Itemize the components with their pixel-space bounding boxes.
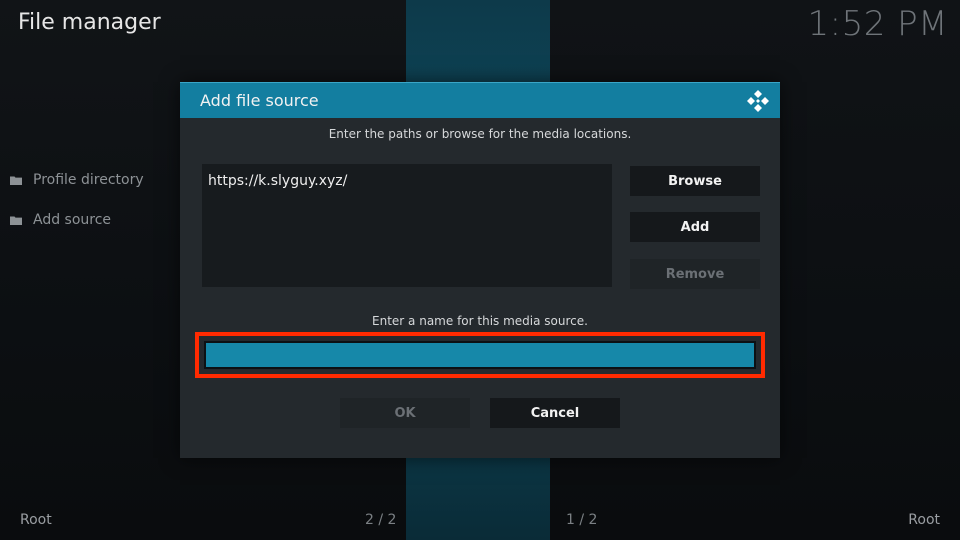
sidebar-item-profile-directory[interactable]: Profile directory [10,170,144,190]
path-list[interactable]: https://k.slyguy.xyz/ [202,164,612,287]
footer-path-right: Root [908,512,940,528]
media-source-name-input[interactable] [204,341,756,369]
name-prompt: Enter a name for this media source. [372,314,588,328]
dialog-title: Add file source [200,91,319,110]
add-file-source-dialog: Add file source Enter the paths or brows… [180,82,780,458]
footer-page-count-left: 2 / 2 [365,512,397,528]
folder-icon [10,175,22,185]
sidebar-item-label: Add source [33,212,112,228]
folder-icon [10,215,22,225]
footer-path-left: Root [20,512,52,528]
footer-page-count-right: 1 / 2 [566,512,598,528]
ok-button[interactable]: OK [340,398,470,428]
path-list-item[interactable]: https://k.slyguy.xyz/ [208,173,606,189]
paths-instructions: Enter the paths or browse for the media … [328,127,632,141]
add-button[interactable]: Add [630,212,760,242]
cancel-button[interactable]: Cancel [490,398,620,428]
sidebar-item-add-source[interactable]: Add source [10,210,144,230]
sidebar-item-label: Profile directory [33,172,144,188]
source-list: Profile directory Add source [10,170,144,250]
dialog-header: Add file source [180,82,780,118]
browse-button[interactable]: Browse [630,166,760,196]
app-title: File manager [18,10,161,35]
remove-button[interactable]: Remove [630,259,760,289]
clock: 1:52 PM [807,4,948,44]
kodi-logo-icon [746,89,770,113]
